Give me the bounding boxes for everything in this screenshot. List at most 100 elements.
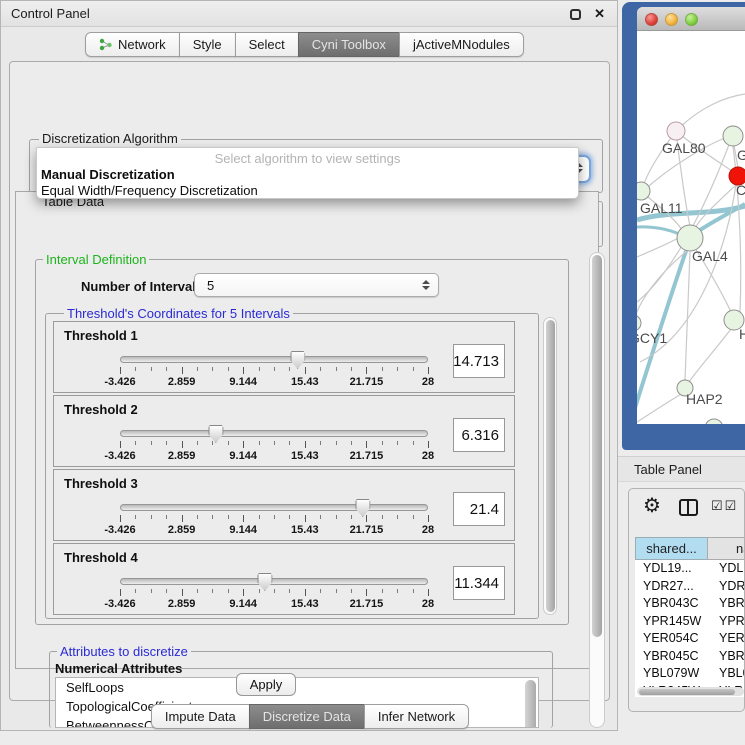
- tick-mark: [228, 367, 229, 371]
- tick-mark: [351, 515, 352, 519]
- column-header-name[interactable]: na: [707, 537, 745, 560]
- threshold-1-slider[interactable]: [120, 356, 428, 363]
- slider-tick-labels: -3.4262.8599.14415.4321.71528: [120, 524, 428, 537]
- slider-ticks: [120, 589, 428, 597]
- control-panel-titlebar: Control Panel ✕: [1, 1, 617, 27]
- split-columns-icon[interactable]: [679, 499, 698, 516]
- tick-label: 28: [422, 376, 434, 388]
- cell: YBR043C: [643, 596, 699, 610]
- tick-label: 28: [422, 524, 434, 536]
- tick-mark: [382, 441, 383, 445]
- tab-discretize-data[interactable]: Discretize Data: [249, 704, 365, 729]
- tab-cyni-toolbox[interactable]: Cyni Toolbox: [298, 32, 400, 57]
- main-scrollbar[interactable]: [589, 252, 605, 728]
- tab-infer-network[interactable]: Infer Network: [364, 704, 469, 729]
- network-icon: [99, 38, 113, 51]
- table-row[interactable]: YDR27...YDR2: [635, 578, 745, 596]
- table-horizontal-scrollbar[interactable]: [637, 687, 744, 696]
- tick-mark: [413, 589, 414, 593]
- threshold-4-panel: Threshold 4 -3.4262.8599.14415.4321.7152…: [53, 543, 515, 615]
- network-edge[interactable]: [676, 94, 745, 131]
- threshold-4-slider[interactable]: [120, 578, 428, 585]
- column-header-shared[interactable]: shared...: [635, 537, 708, 560]
- network-window-titlebar[interactable]: [637, 7, 745, 31]
- threshold-3-slider[interactable]: [120, 504, 428, 511]
- table-row[interactable]: YER054CYER0: [635, 630, 745, 648]
- network-node[interactable]: [705, 419, 723, 424]
- network-node[interactable]: [723, 126, 743, 146]
- tab-style[interactable]: Style: [179, 32, 236, 57]
- zoom-traffic-light-icon[interactable]: [685, 13, 698, 26]
- thresholds-scrollbar[interactable]: [543, 317, 557, 615]
- main-scrollbar-thumb[interactable]: [592, 255, 602, 637]
- attributes-group-title: Attributes to discretize: [57, 644, 191, 659]
- algorithm-dropdown-popup: Select algorithm to view settings Manual…: [36, 147, 579, 199]
- network-edge[interactable]: [637, 237, 680, 257]
- tick-mark: [397, 589, 398, 593]
- popup-item-manual-discretization[interactable]: Manual Discretization: [41, 167, 175, 182]
- tick-mark: [413, 515, 414, 519]
- node-label: HAP2: [686, 391, 723, 407]
- table-row[interactable]: YBR043CYBR0: [635, 595, 745, 613]
- table-row[interactable]: YBR045CYBR0: [635, 648, 745, 666]
- threshold-2-value[interactable]: 6.316: [453, 418, 505, 452]
- table-horizontal-scrollbar-thumb[interactable]: [639, 689, 735, 695]
- threshold-3-value[interactable]: 21.4: [453, 492, 505, 526]
- float-window-icon[interactable]: [570, 9, 581, 20]
- list-item[interactable]: SelfLoops: [56, 678, 538, 697]
- tick-mark: [320, 515, 321, 519]
- tick-label: 2.859: [168, 450, 196, 462]
- node-label: C: [736, 182, 745, 198]
- network-edge[interactable]: [637, 394, 681, 424]
- tick-mark: [120, 515, 121, 522]
- threshold-1-label: Threshold 1: [64, 328, 138, 343]
- tick-mark: [289, 441, 290, 445]
- number-of-intervals-combobox[interactable]: 5: [194, 273, 439, 297]
- network-canvas[interactable]: GAL80GACGAL11GAL4GCY1HHAP2: [637, 31, 745, 424]
- threshold-2-panel: Threshold 2 -3.4262.8599.14415.4321.7152…: [53, 395, 515, 467]
- tick-mark: [305, 367, 306, 374]
- tick-mark: [397, 367, 398, 371]
- tick-mark: [289, 589, 290, 593]
- threshold-1-value[interactable]: 14.713: [453, 344, 505, 378]
- popup-item-equal-width-frequency[interactable]: Equal Width/Frequency Discretization: [41, 183, 258, 198]
- table-row[interactable]: YPR145WYPR1: [635, 613, 745, 631]
- network-node[interactable]: [637, 182, 650, 200]
- tick-label: 21.715: [350, 598, 384, 610]
- algorithm-prompt: Select algorithm to view settings: [37, 151, 578, 166]
- close-traffic-light-icon[interactable]: [645, 13, 658, 26]
- network-edge[interactable]: [637, 250, 688, 317]
- tab-select-label: Select: [249, 37, 285, 52]
- apply-button[interactable]: Apply: [236, 673, 296, 696]
- tick-mark: [182, 589, 183, 596]
- tick-mark: [289, 367, 290, 371]
- tick-mark: [182, 441, 183, 448]
- screen: Control Panel ✕ Network Style Select: [0, 0, 745, 745]
- tick-mark: [336, 589, 337, 593]
- tick-label: -3.426: [104, 524, 135, 536]
- network-node[interactable]: [637, 315, 641, 331]
- table-row[interactable]: YBL079WYBL0: [635, 665, 745, 683]
- tick-mark: [366, 441, 367, 448]
- network-node[interactable]: [667, 122, 685, 140]
- tick-mark: [274, 367, 275, 371]
- checkboxes-icon[interactable]: ☑☑: [711, 498, 738, 514]
- tick-mark: [397, 515, 398, 519]
- tab-network[interactable]: Network: [85, 32, 180, 57]
- gear-icon[interactable]: ⚙: [643, 493, 661, 518]
- minimize-traffic-light-icon[interactable]: [665, 13, 678, 26]
- tab-impute-data[interactable]: Impute Data: [151, 704, 250, 729]
- table-row[interactable]: YDL19...YDL1: [635, 560, 745, 578]
- slider-ticks: [120, 441, 428, 449]
- tick-mark: [197, 367, 198, 371]
- threshold-2-slider[interactable]: [120, 430, 428, 437]
- close-icon[interactable]: ✕: [594, 6, 605, 22]
- network-edge[interactable]: [689, 329, 731, 382]
- tab-jactivemnodules[interactable]: jActiveMNodules: [399, 32, 524, 57]
- thresholds-scrollbar-thumb[interactable]: [546, 320, 555, 612]
- threshold-4-value[interactable]: 11.344: [453, 566, 505, 600]
- table-panel-titlebar: Table Panel: [618, 456, 745, 482]
- network-edge[interactable]: [637, 227, 679, 234]
- tab-select[interactable]: Select: [235, 32, 299, 57]
- tick-mark: [413, 367, 414, 371]
